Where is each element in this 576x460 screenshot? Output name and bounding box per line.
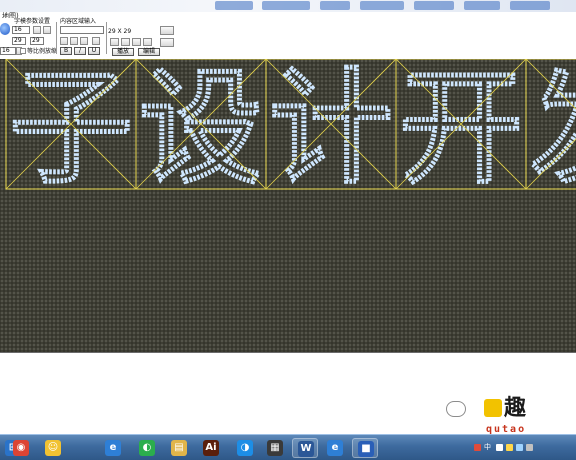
led-matrix-canvas[interactable]: 子设计开发: [0, 59, 576, 352]
save-icon[interactable]: [160, 38, 174, 47]
app-window: 地图) 字模参数设置 内容区域输入 16 29 29 16 等比例放缩 B / …: [0, 0, 576, 436]
tray-language[interactable]: 中: [484, 444, 491, 451]
messenger-icon: ☺: [45, 440, 61, 456]
system-tray: 中: [466, 435, 576, 460]
app-logo-icon: [0, 23, 10, 35]
play-button[interactable]: 播放: [112, 48, 134, 56]
led-editor-icon: ■: [358, 441, 374, 457]
keep-ratio-label: 等比例放缩: [27, 48, 58, 55]
tray-network-icon[interactable]: [516, 444, 523, 451]
taskbar-chrome-button[interactable]: ◉: [8, 438, 34, 458]
tray-input-icon[interactable]: [474, 444, 481, 451]
bold-icon[interactable]: [33, 26, 41, 34]
desktop-strip: [0, 0, 576, 12]
text-input[interactable]: [60, 26, 104, 34]
taskbar-illustrator-button[interactable]: Ai: [198, 438, 224, 458]
rotate-icon[interactable]: [92, 37, 100, 45]
font-size-field[interactable]: 16: [12, 26, 30, 34]
watermark: 趣 qutao: [446, 396, 576, 436]
ie-icon: e: [105, 440, 121, 456]
chrome-icon: ◉: [13, 440, 29, 456]
tray-volume-icon[interactable]: [526, 444, 533, 451]
italic-icon[interactable]: [43, 26, 51, 34]
taskbar-ie2-button[interactable]: e: [322, 438, 348, 458]
checkbox[interactable]: [20, 48, 26, 54]
ie2-icon: e: [327, 440, 343, 456]
edit-button[interactable]: 编辑: [138, 48, 160, 56]
led-glyph: 发: [529, 59, 576, 201]
media-icon: ◑: [237, 440, 253, 456]
stop-icon[interactable]: [132, 38, 141, 46]
section-font-settings: 字模参数设置: [14, 18, 51, 25]
taskbar: ⊞◉☺e◐▤Ai◑▦We■ 中: [0, 434, 576, 460]
taskbar-word-button[interactable]: W: [292, 438, 318, 458]
wechat-pc-icon: ◐: [139, 440, 155, 456]
section-content-input: 内容区域输入: [60, 18, 97, 25]
tray-settings-icon[interactable]: [506, 444, 513, 451]
step-back-icon[interactable]: [110, 38, 119, 46]
taskbar-media-button[interactable]: ◑: [232, 438, 258, 458]
toolbar: 字模参数设置 内容区域输入 16 29 29 16 等比例放缩 B / U 29…: [0, 18, 576, 58]
taskbar-ie-button[interactable]: e: [100, 438, 126, 458]
folder-icon: ▤: [171, 440, 187, 456]
align-right-icon[interactable]: [80, 37, 88, 45]
badge-icon: [484, 399, 502, 417]
wechat-icon: [446, 401, 466, 417]
illustrator-icon: Ai: [203, 440, 219, 456]
new-file-icon[interactable]: [160, 26, 174, 35]
step-forward-icon[interactable]: [143, 38, 152, 46]
height-field[interactable]: 29: [30, 37, 44, 45]
taskbar-wechat-pc-button[interactable]: ◐: [134, 438, 160, 458]
bold-button[interactable]: B: [60, 47, 72, 55]
taskbar-monitor-button[interactable]: ▦: [262, 438, 288, 458]
underline-button[interactable]: U: [88, 47, 100, 55]
watermark-text: 趣: [504, 396, 527, 421]
matrix-size-readout: 29 X 29: [108, 28, 132, 35]
taskbar-folder-button[interactable]: ▤: [166, 438, 192, 458]
size-select[interactable]: 16: [0, 47, 16, 55]
word-icon: W: [298, 441, 314, 457]
align-center-icon[interactable]: [70, 37, 78, 45]
width-field[interactable]: 29: [12, 37, 26, 45]
play-icon[interactable]: [121, 38, 130, 46]
taskbar-led-editor-button[interactable]: ■: [352, 438, 378, 458]
align-left-icon[interactable]: [60, 37, 68, 45]
monitor-icon: ▦: [267, 440, 283, 456]
italic-button[interactable]: /: [74, 47, 86, 55]
tray-moon-icon[interactable]: [496, 444, 503, 451]
taskbar-messenger-button[interactable]: ☺: [40, 438, 66, 458]
